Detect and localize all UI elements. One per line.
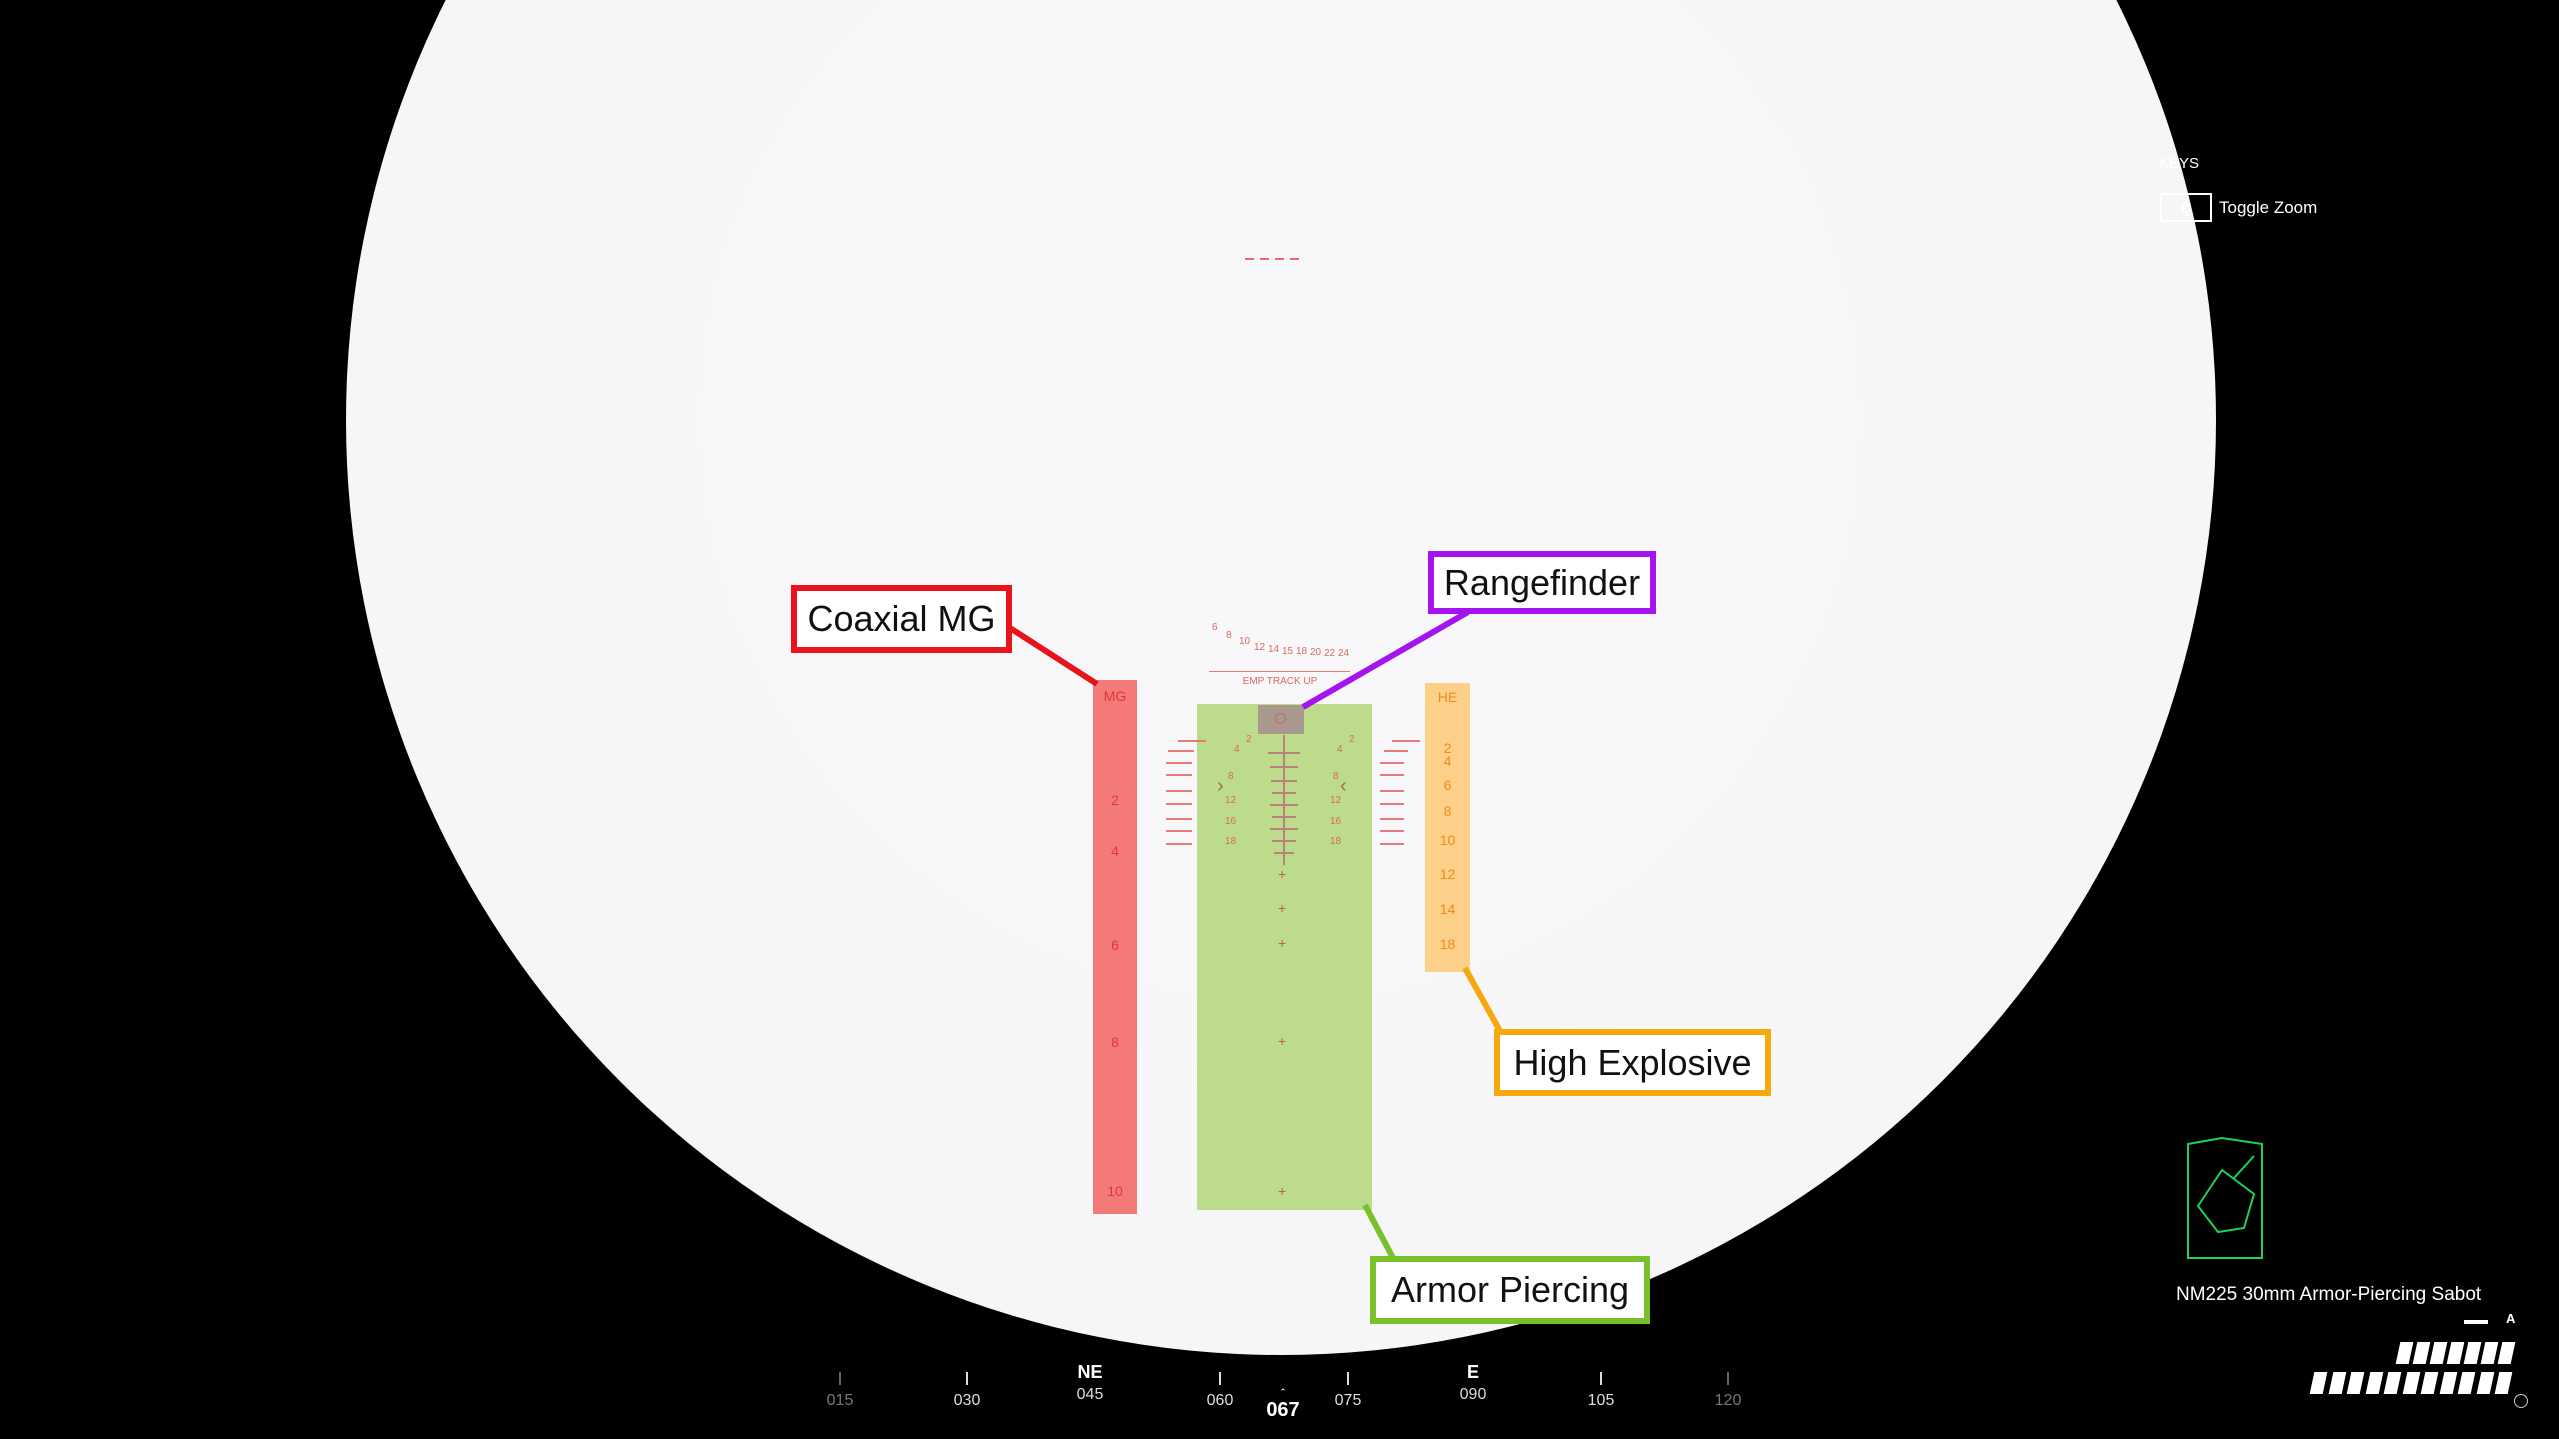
compass-tick [1347,1372,1349,1385]
ammo-round [2463,1342,2482,1364]
ammo-round [2365,1372,2383,1394]
compass-bearing: 120 [1714,1392,1742,1409]
key-q-badge[interactable]: Q [2160,193,2212,222]
target-icon [2514,1394,2528,1408]
compass-tick [1727,1372,1729,1385]
compass-mark: 015 [810,1372,870,1410]
ammo-round [2383,1372,2402,1394]
callout-armor-piercing: Armor Piercing [1370,1256,1650,1324]
compass-mark: 075 [1318,1372,1378,1410]
ammo-round [2395,1342,2414,1364]
compass-mark: NE 045 [1060,1363,1120,1404]
key-toggle-zoom-label: Toggle Zoom [2219,198,2318,217]
compass-mark: E 090 [1443,1363,1503,1404]
compass-mark: 105 [1571,1372,1631,1410]
compass-cardinal: NE [1077,1362,1103,1382]
ammo-round [2457,1372,2476,1394]
compass-bearing: 105 [1587,1392,1615,1409]
keys-title: KEYS [2159,155,2200,172]
compass-tick [839,1372,841,1385]
ammo-rounds-row [2395,1342,2522,1366]
compass-bearing: 045 [1076,1386,1104,1403]
callout-coaxial-mg: Coaxial MG [791,585,1012,653]
ammo-round [2439,1372,2457,1394]
ammo-round [2420,1372,2439,1394]
ammo-round [2494,1372,2513,1394]
fire-mode-icon [2464,1320,2488,1324]
callout-high-explosive: High Explosive [1494,1029,1771,1096]
compass-mark: 030 [937,1372,997,1410]
ammo-round [2446,1342,2465,1364]
compass-bearing: 090 [1459,1386,1487,1403]
turret-status-icon [2187,1136,2263,1259]
compass-bearing: 060 [1206,1392,1234,1409]
compass-mark: 060 [1190,1372,1250,1410]
compass-bearing: 030 [953,1392,981,1409]
compass-bearing: 075 [1334,1392,1362,1409]
compass-bearing: 015 [826,1392,854,1409]
ammo-name: NM225 30mm Armor-Piercing Sabot [2176,1284,2482,1305]
ammo-round [2346,1372,2365,1394]
ammo-round [2328,1372,2346,1394]
compass-tick [1600,1372,1602,1385]
callout-rangefinder: Rangefinder [1428,551,1656,614]
ammo-round [2497,1342,2516,1364]
heading-value: 067 [1266,1399,1300,1421]
compass-tick [966,1372,968,1385]
ammo-round [2309,1372,2328,1394]
ammo-round [2476,1372,2494,1394]
compass-mark: 120 [1698,1372,1758,1410]
ammo-round [2412,1342,2431,1364]
ammo-rounds-row [2309,1372,2522,1396]
ammo-round [2429,1342,2448,1364]
ammo-round [2402,1372,2420,1394]
compass-tick [1219,1372,1221,1385]
ammo-round [2480,1342,2499,1364]
fire-mode-label: A [2506,1311,2516,1326]
compass-cardinal: E [1466,1362,1479,1382]
